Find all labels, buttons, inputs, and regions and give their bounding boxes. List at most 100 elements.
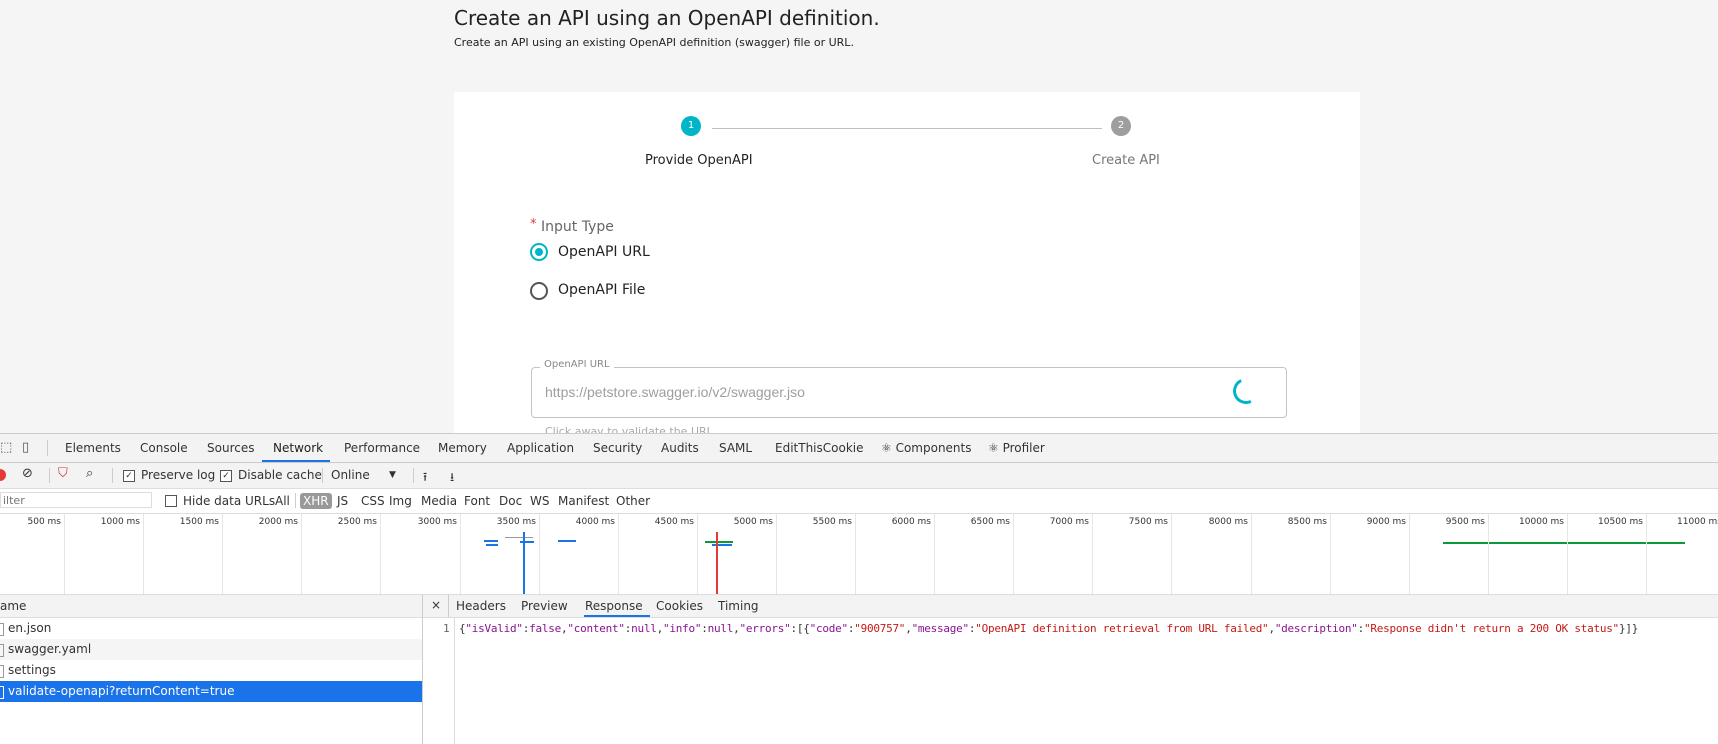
timeline-gridline	[64, 514, 65, 594]
response-body[interactable]: {"isValid":false,"content":null,"info":n…	[459, 622, 1638, 635]
filter-type-js[interactable]: JS	[334, 493, 351, 509]
device-toolbar-icon[interactable]: ▯	[22, 440, 29, 455]
active-tab-indicator	[262, 460, 330, 462]
timeline-request-bar	[1443, 542, 1685, 544]
filter-type-all[interactable]: All	[272, 493, 293, 509]
throttling-select[interactable]: Online	[331, 468, 370, 482]
timeline-request-bar	[484, 540, 498, 542]
filter-icon[interactable]: ⛉	[58, 466, 68, 481]
timeline-gridline	[143, 514, 144, 594]
timeline-request-bar	[705, 541, 733, 543]
search-icon[interactable]: ⌕	[86, 466, 93, 481]
tab-security[interactable]: Security	[593, 441, 642, 455]
file-icon	[0, 665, 4, 678]
request-name: settings	[8, 663, 56, 677]
tab-timing[interactable]: Timing	[718, 599, 759, 613]
tab-console[interactable]: Console	[140, 441, 188, 455]
clear-icon[interactable]: ⊘	[22, 466, 33, 481]
file-icon	[0, 686, 4, 699]
request-row[interactable]: settings	[0, 660, 422, 681]
tab-editthiscookie[interactable]: EditThisCookie	[775, 441, 864, 455]
inspect-element-icon[interactable]: ⬚	[0, 440, 12, 455]
filter-type-media[interactable]: Media	[418, 493, 460, 509]
devtools-tabbar: ⬚ ▯ Elements Console Sources Network Per…	[0, 434, 1718, 463]
timeline-gridline	[1092, 514, 1093, 594]
timeline-tick-label: 2000 ms	[258, 517, 298, 527]
close-icon[interactable]: ×	[431, 598, 441, 612]
timeline-tick-label: 2500 ms	[337, 517, 377, 527]
step-1-label: Provide OpenAPI	[645, 153, 753, 168]
timeline-tick-label: 10000 ms	[1519, 517, 1564, 527]
tab-elements[interactable]: Elements	[65, 441, 121, 455]
required-asterisk: *	[530, 217, 537, 232]
openapi-url-radio-label[interactable]: OpenAPI URL	[558, 244, 650, 260]
request-row[interactable]: swagger.yaml	[0, 639, 422, 660]
tab-sources[interactable]: Sources	[207, 441, 254, 455]
tab-performance[interactable]: Performance	[344, 441, 420, 455]
record-icon[interactable]	[0, 469, 6, 481]
tab-memory[interactable]: Memory	[438, 441, 487, 455]
timeline-tick-label: 1500 ms	[179, 517, 219, 527]
line-gutter	[423, 618, 455, 744]
timeline-gridline	[934, 514, 935, 594]
openapi-url-radio[interactable]	[530, 243, 548, 261]
toolbar-separator	[49, 468, 50, 483]
disable-cache-label: Disable cache	[238, 468, 322, 482]
name-column-header[interactable]: ame	[0, 595, 422, 618]
tab-components[interactable]: ⚛ Components	[881, 441, 972, 455]
openapi-url-input[interactable]	[545, 384, 1145, 400]
tab-response[interactable]: Response	[585, 599, 643, 613]
step-2-label: Create API	[1092, 153, 1160, 168]
tab-profiler[interactable]: ⚛ Profiler	[988, 441, 1045, 455]
tab-application[interactable]: Application	[507, 441, 574, 455]
filter-type-font[interactable]: Font	[461, 493, 493, 509]
timeline-tick-label: 8500 ms	[1287, 517, 1327, 527]
timeline-tick-label: 7500 ms	[1128, 517, 1168, 527]
timeline-tick-label: 3000 ms	[417, 517, 457, 527]
tab-network[interactable]: Network	[273, 441, 323, 455]
filter-type-doc[interactable]: Doc	[496, 493, 525, 509]
requests-list: ame en.json swagger.yaml settings valida…	[0, 595, 423, 744]
preserve-log-checkbox[interactable]: ✓	[123, 470, 135, 482]
timeline-tick-label: 5000 ms	[733, 517, 773, 527]
dom-content-loaded-marker	[523, 532, 525, 594]
tab-headers[interactable]: Headers	[456, 599, 506, 613]
tab-saml[interactable]: SAML	[719, 441, 752, 455]
filter-type-manifest[interactable]: Manifest	[555, 493, 612, 509]
filter-input[interactable]	[0, 492, 152, 508]
request-row[interactable]: en.json	[0, 618, 422, 639]
filter-type-img[interactable]: Img	[386, 493, 415, 509]
timeline-gridline	[1171, 514, 1172, 594]
request-row-selected[interactable]: validate-openapi?returnContent=true	[0, 681, 422, 702]
timeline-tick-label: 4000 ms	[575, 517, 615, 527]
filter-type-css[interactable]: CSS	[358, 493, 388, 509]
disable-cache-checkbox[interactable]: ✓	[220, 470, 232, 482]
timeline-tick-label: 6000 ms	[891, 517, 931, 527]
openapi-file-radio-label[interactable]: OpenAPI File	[558, 282, 645, 298]
toolbar-separator	[112, 468, 113, 483]
hide-data-urls-checkbox[interactable]	[165, 495, 177, 507]
timeline-tick-label: 11000 ms	[1677, 517, 1718, 527]
load-event-marker	[716, 532, 718, 594]
timeline-tick-label: 3500 ms	[496, 517, 536, 527]
tab-preview[interactable]: Preview	[521, 599, 568, 613]
openapi-file-radio[interactable]	[530, 282, 548, 300]
chevron-down-icon[interactable]: ▼	[389, 470, 396, 480]
page-subtitle: Create an API using an existing OpenAPI …	[454, 36, 854, 49]
tab-audits[interactable]: Audits	[661, 441, 699, 455]
stepper-connector	[712, 128, 1102, 129]
timeline-request-bar	[505, 537, 533, 538]
step-2-indicator: 2	[1111, 116, 1131, 136]
import-har-icon[interactable]: ⭱	[423, 468, 427, 489]
filter-type-xhr[interactable]: XHR	[300, 493, 332, 509]
timeline-tick-label: 10500 ms	[1598, 517, 1643, 527]
timeline-gridline	[222, 514, 223, 594]
network-timeline-overview[interactable]: 500 ms 1000 ms 1500 ms 2000 ms 2500 ms 3000 m…	[0, 514, 1718, 595]
line-number: 1	[443, 622, 450, 635]
filter-type-other[interactable]: Other	[613, 493, 653, 509]
timeline-request-bar	[712, 544, 732, 546]
tab-cookies[interactable]: Cookies	[656, 599, 703, 613]
filter-type-ws[interactable]: WS	[527, 493, 552, 509]
timeline-tick-label: 9500 ms	[1445, 517, 1485, 527]
export-har-icon[interactable]: ⭳	[450, 468, 454, 489]
